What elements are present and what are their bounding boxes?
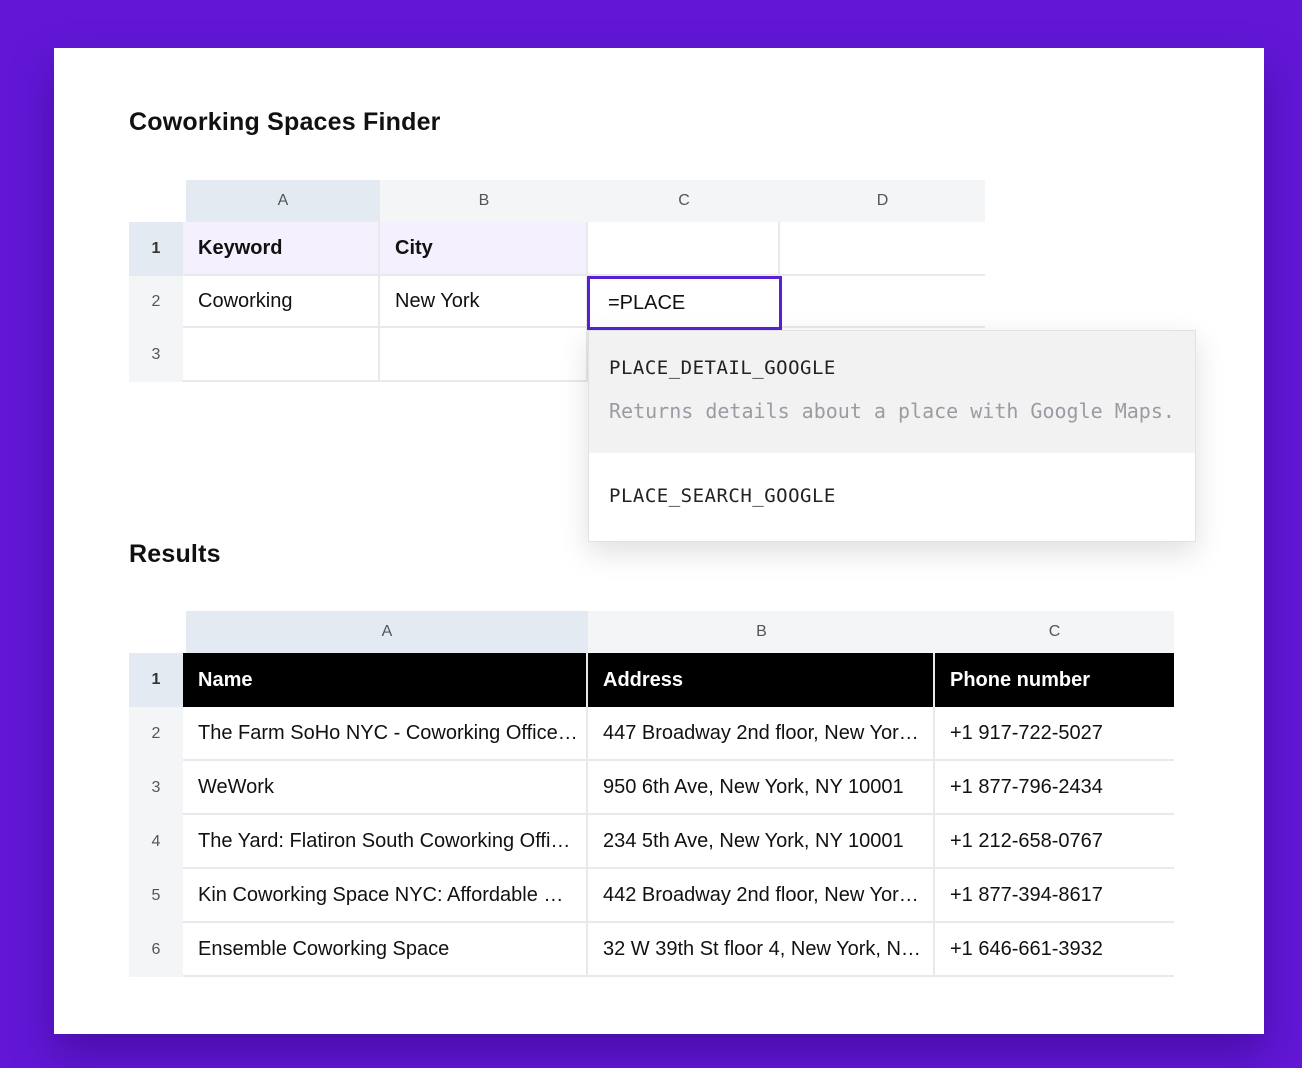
table-row-3-name[interactable]: The Yard: Flatiron South Coworking Offic… (183, 815, 588, 869)
table-row-5-phone[interactable]: +1 646-661-3932 (935, 923, 1174, 977)
sheet-corner (129, 180, 183, 222)
cell-c1[interactable] (588, 222, 780, 276)
sheet-corner (129, 611, 183, 653)
cell-d1[interactable] (780, 222, 985, 276)
cell-b2-text: New York (395, 289, 480, 312)
results-title: Results (129, 540, 221, 568)
cell-b3[interactable] (380, 328, 588, 382)
results-header-name[interactable]: Name (183, 653, 588, 707)
header-text: Phone number (950, 668, 1091, 691)
cell-text: The Yard: Flatiron South Coworking Offic… (198, 829, 586, 852)
cell-a1-text: Keyword (198, 236, 283, 259)
row-header-1[interactable]: 1 (129, 222, 183, 276)
cell-text: +1 917-722-5027 (950, 721, 1103, 744)
cell-text: 950 6th Ave, New York, NY 10001 (603, 775, 904, 798)
header-text: Name (198, 668, 253, 691)
results-header-address[interactable]: Address (588, 653, 935, 707)
cell-a1[interactable]: Keyword (183, 222, 380, 276)
results-row-header-6[interactable]: 6 (129, 923, 183, 977)
table-row-2-address[interactable]: 950 6th Ave, New York, NY 10001 (588, 761, 935, 815)
col-header-b[interactable]: B (380, 180, 588, 222)
table-row-1-phone[interactable]: +1 917-722-5027 (935, 707, 1174, 761)
table-row-4-phone[interactable]: +1 877-394-8617 (935, 869, 1174, 923)
option-function-name: PLACE_SEARCH_GOOGLE (609, 485, 836, 507)
col-header-a[interactable]: A (186, 180, 380, 222)
table-row-1-address[interactable]: 447 Broadway 2nd floor, New York, NY 100… (588, 707, 935, 761)
table-row-4-address[interactable]: 442 Broadway 2nd floor, New York, NY 100… (588, 869, 935, 923)
table-row-4-name[interactable]: Kin Coworking Space NYC: Affordable Offi… (183, 869, 588, 923)
table-row-1-name[interactable]: The Farm SoHo NYC - Coworking Office Spa… (183, 707, 588, 761)
table-row-2-phone[interactable]: +1 877-796-2434 (935, 761, 1174, 815)
results-col-header-c[interactable]: C (935, 611, 1174, 653)
cell-text: 447 Broadway 2nd floor, New York, NY 100… (603, 721, 933, 744)
row-header-3[interactable]: 3 (129, 328, 183, 382)
table-row-5-address[interactable]: 32 W 39th St floor 4, New York, NY 10018 (588, 923, 935, 977)
cell-a3[interactable] (183, 328, 380, 382)
header-text: Address (603, 668, 684, 691)
col-header-c[interactable]: C (588, 180, 780, 222)
cell-text: +1 212-658-0767 (950, 829, 1103, 852)
cell-text: The Farm SoHo NYC - Coworking Office Spa… (198, 721, 586, 744)
formula-autocomplete-popup: PLACE_DETAIL_GOOGLE Returns details abou… (588, 330, 1196, 542)
autocomplete-option-place-search-google[interactable]: PLACE_SEARCH_GOOGLE (589, 453, 1195, 541)
results-row-header-3[interactable]: 3 (129, 761, 183, 815)
finder-title: Coworking Spaces Finder (129, 108, 441, 136)
cell-b2[interactable]: New York (380, 276, 588, 328)
formula-input-cell-c2[interactable]: =PLACE (587, 276, 782, 330)
content-card: Coworking Spaces Finder A B C D 1 2 3 Ke… (54, 48, 1264, 1034)
option-function-name: PLACE_DETAIL_GOOGLE (609, 357, 836, 379)
cell-text: Kin Coworking Space NYC: Affordable Offi… (198, 883, 586, 906)
row-header-2[interactable]: 2 (129, 276, 183, 328)
table-row-5-name[interactable]: Ensemble Coworking Space (183, 923, 588, 977)
col-header-d[interactable]: D (780, 180, 985, 222)
cell-text: +1 877-394-8617 (950, 883, 1103, 906)
results-col-header-a[interactable]: A (186, 611, 588, 653)
table-row-2-name[interactable]: WeWork (183, 761, 588, 815)
cell-text: +1 646-661-3932 (950, 937, 1103, 960)
cell-text: 32 W 39th St floor 4, New York, NY 10018 (603, 937, 933, 960)
cell-text: +1 877-796-2434 (950, 775, 1103, 798)
cell-a2[interactable]: Coworking (183, 276, 380, 328)
results-row-header-5[interactable]: 5 (129, 869, 183, 923)
results-col-header-b[interactable]: B (588, 611, 935, 653)
cell-text: WeWork (198, 775, 274, 798)
table-row-3-phone[interactable]: +1 212-658-0767 (935, 815, 1174, 869)
option-description: Returns details about a place with Googl… (609, 399, 1175, 423)
cell-text: Ensemble Coworking Space (198, 937, 450, 960)
cell-b1[interactable]: City (380, 222, 588, 276)
cell-b1-text: City (395, 236, 433, 259)
table-row-3-address[interactable]: 234 5th Ave, New York, NY 10001 (588, 815, 935, 869)
autocomplete-option-place-detail-google[interactable]: PLACE_DETAIL_GOOGLE Returns details abou… (589, 331, 1195, 453)
results-row-header-1[interactable]: 1 (129, 653, 183, 707)
results-row-header-4[interactable]: 4 (129, 815, 183, 869)
cell-d2[interactable] (780, 276, 985, 328)
cell-text: 234 5th Ave, New York, NY 10001 (603, 829, 904, 852)
cell-a2-text: Coworking (198, 289, 293, 312)
results-row-header-2[interactable]: 2 (129, 707, 183, 761)
cell-text: 442 Broadway 2nd floor, New York, NY 100… (603, 883, 933, 906)
results-header-phone[interactable]: Phone number (935, 653, 1174, 707)
formula-text: =PLACE (608, 291, 686, 314)
